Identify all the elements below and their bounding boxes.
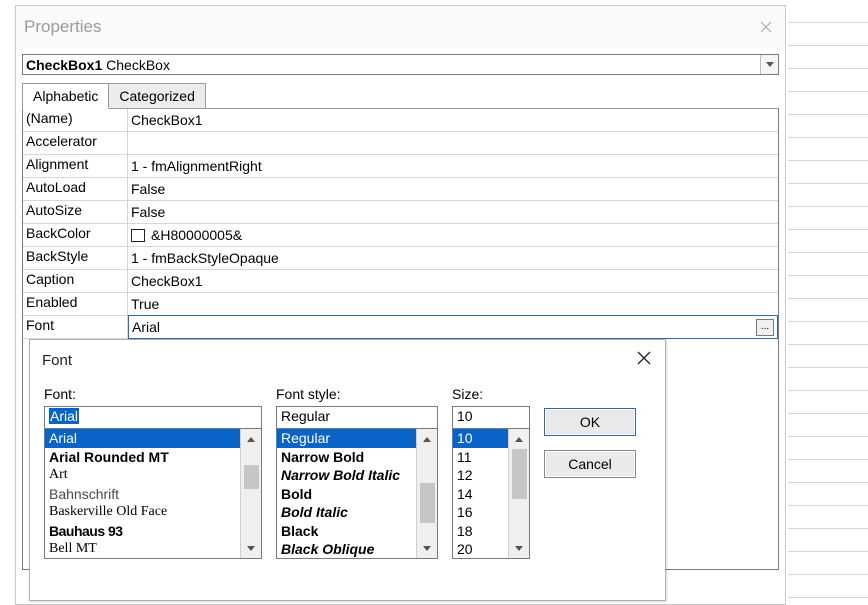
ellipsis-button[interactable]: ...	[756, 319, 774, 336]
list-item[interactable]: 16	[453, 503, 508, 522]
size-list-scrollbar[interactable]	[508, 429, 529, 558]
list-item[interactable]: Baskerville Old Face	[45, 503, 240, 522]
list-item[interactable]: Arial Rounded MT	[45, 448, 240, 467]
property-label: Font	[23, 316, 128, 338]
property-value[interactable]	[128, 132, 778, 154]
property-label: BackColor	[23, 224, 128, 246]
list-item[interactable]: Bahnschrift	[45, 485, 240, 504]
properties-title: Properties	[24, 17, 101, 37]
property-value[interactable]: 1 - fmAlignmentRight	[128, 155, 778, 177]
property-label: Caption	[23, 270, 128, 292]
font-label: Font:	[44, 386, 262, 402]
list-item[interactable]: Regular	[277, 429, 416, 448]
property-value[interactable]: CheckBox1	[128, 109, 778, 131]
list-item[interactable]: 11	[453, 448, 508, 467]
list-item[interactable]: 12	[453, 466, 508, 485]
property-label: Alignment	[23, 155, 128, 177]
size-label: Size:	[452, 386, 530, 402]
property-value[interactable]: Arial...	[128, 315, 778, 339]
property-label: AutoLoad	[23, 178, 128, 200]
property-row[interactable]: EnabledTrue	[23, 293, 778, 316]
font-dialog-titlebar[interactable]: Font	[30, 340, 665, 380]
list-item[interactable]: 10	[453, 429, 508, 448]
property-label: AutoSize	[23, 201, 128, 223]
property-label: (Name)	[23, 109, 128, 131]
tab-alphabetic[interactable]: Alphabetic	[22, 83, 109, 109]
color-swatch	[131, 229, 145, 242]
list-item[interactable]: 14	[453, 485, 508, 504]
property-value[interactable]: True	[128, 293, 778, 315]
property-value[interactable]: 1 - fmBackStyleOpaque	[128, 247, 778, 269]
size-list[interactable]: 10111214161820	[452, 429, 530, 559]
font-dialog-title: Font	[42, 352, 72, 369]
properties-tabs: Alphabetic Categorized	[16, 75, 785, 108]
property-value[interactable]: False	[128, 178, 778, 200]
list-item[interactable]: Art	[45, 466, 240, 485]
properties-titlebar[interactable]: Properties	[16, 6, 785, 48]
font-style-list[interactable]: RegularNarrow BoldNarrow Bold ItalicBold…	[276, 429, 438, 559]
font-dialog: Font Font: Arial ArialArial Rounded MTAr…	[29, 339, 666, 601]
object-type: CheckBox	[106, 57, 170, 73]
style-list-scrollbar[interactable]	[416, 429, 437, 558]
font-list-scrollbar[interactable]	[240, 429, 261, 558]
close-icon[interactable]	[635, 349, 653, 372]
scroll-down-icon[interactable]	[417, 538, 437, 558]
font-input[interactable]: Arial	[44, 406, 262, 429]
list-item[interactable]: Narrow Bold	[277, 448, 416, 467]
cancel-button[interactable]: Cancel	[544, 450, 636, 478]
list-item[interactable]: 20	[453, 540, 508, 559]
scroll-up-icon[interactable]	[241, 429, 261, 449]
property-label: Enabled	[23, 293, 128, 315]
list-item[interactable]: Bold	[277, 485, 416, 504]
property-row[interactable]: Accelerator	[23, 132, 778, 155]
scroll-up-icon[interactable]	[509, 429, 529, 449]
font-list[interactable]: ArialArial Rounded MTArtBahnschriftBaske…	[44, 429, 262, 559]
scroll-down-icon[interactable]	[241, 538, 261, 558]
list-item[interactable]: Bauhaus 93	[45, 522, 240, 541]
property-row[interactable]: BackColor&H80000005&	[23, 224, 778, 247]
property-value[interactable]: &H80000005&	[128, 224, 778, 246]
object-name: CheckBox1	[26, 57, 102, 73]
property-row[interactable]: CaptionCheckBox1	[23, 270, 778, 293]
list-item[interactable]: Black Oblique	[277, 540, 416, 559]
property-row[interactable]: FontArial...	[23, 316, 778, 339]
font-style-input[interactable]: Regular	[276, 406, 438, 429]
property-row[interactable]: (Name)CheckBox1	[23, 109, 778, 132]
list-item[interactable]: Arial	[45, 429, 240, 448]
property-row[interactable]: AutoLoadFalse	[23, 178, 778, 201]
property-label: BackStyle	[23, 247, 128, 269]
list-item[interactable]: Bold Italic	[277, 503, 416, 522]
property-label: Accelerator	[23, 132, 128, 154]
list-item[interactable]: Bell MT	[45, 540, 240, 559]
scroll-down-icon[interactable]	[509, 538, 529, 558]
property-row[interactable]: AutoSizeFalse	[23, 201, 778, 224]
property-row[interactable]: Alignment1 - fmAlignmentRight	[23, 155, 778, 178]
chevron-down-icon[interactable]	[760, 55, 778, 74]
close-icon[interactable]	[747, 12, 785, 42]
property-value[interactable]: False	[128, 201, 778, 223]
scroll-up-icon[interactable]	[417, 429, 437, 449]
tab-categorized[interactable]: Categorized	[108, 83, 206, 109]
property-value[interactable]: CheckBox1	[128, 270, 778, 292]
list-item[interactable]: Narrow Bold Italic	[277, 466, 416, 485]
list-item[interactable]: Black	[277, 522, 416, 541]
ok-button[interactable]: OK	[544, 408, 636, 436]
list-item[interactable]: 18	[453, 522, 508, 541]
property-row[interactable]: BackStyle1 - fmBackStyleOpaque	[23, 247, 778, 270]
size-input[interactable]: 10	[452, 406, 530, 429]
spreadsheet-grid	[788, 0, 868, 605]
object-selector[interactable]: CheckBox1 CheckBox	[22, 54, 779, 75]
font-style-label: Font style:	[276, 386, 438, 402]
